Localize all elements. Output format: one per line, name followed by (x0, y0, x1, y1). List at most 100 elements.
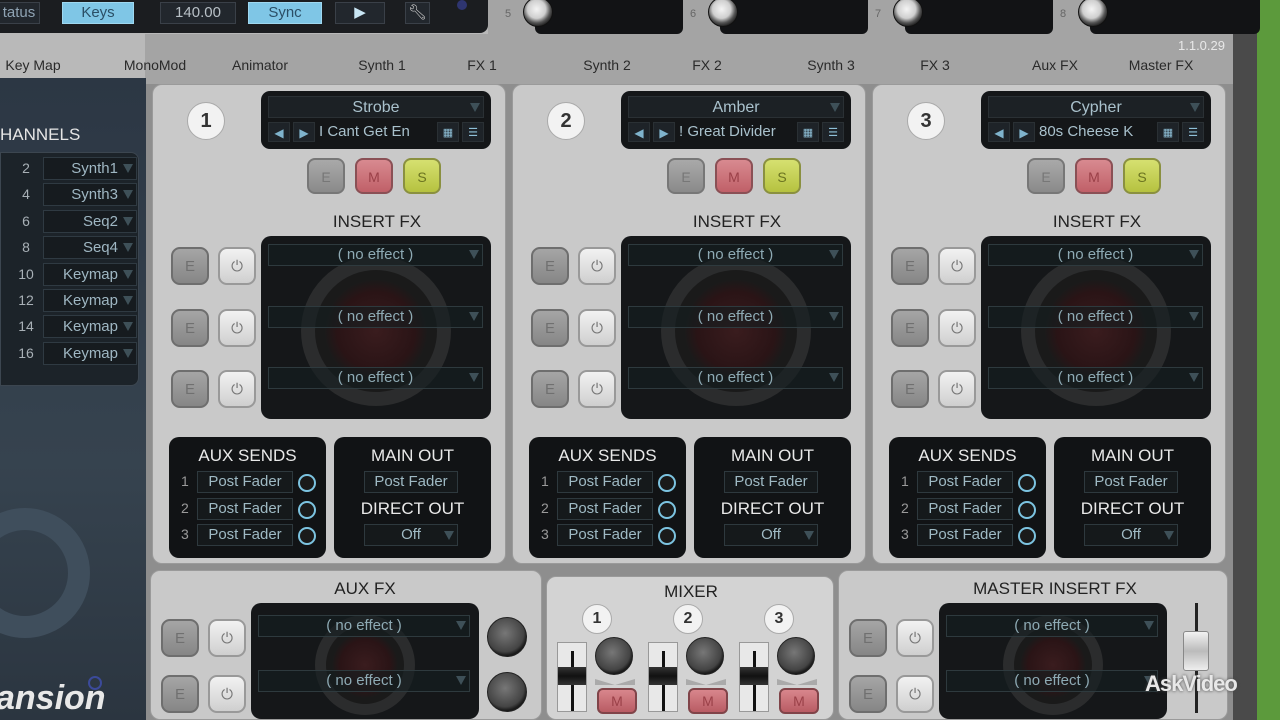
tab-aux-fx[interactable]: Aux FX (1032, 57, 1078, 73)
solo-button[interactable]: S (403, 158, 441, 194)
insert-fx-slot[interactable]: ( no effect ) (988, 305, 1203, 328)
settings-button[interactable]: 🔧︎ (405, 2, 430, 24)
tab-fx-3[interactable]: FX 3 (920, 57, 950, 73)
solo-button[interactable]: S (1123, 158, 1161, 194)
solo-button[interactable]: S (763, 158, 801, 194)
preset-menu-icon[interactable]: ☰ (1182, 122, 1204, 142)
tab-synth-3[interactable]: Synth 3 (807, 57, 854, 73)
insert-fx-slot[interactable]: ( no effect ) (258, 670, 470, 692)
edit-fx-button[interactable]: E (891, 370, 929, 408)
insert-fx-slot[interactable]: ( no effect ) (628, 305, 843, 328)
aux-send-mode-dropdown[interactable]: Post Fader (917, 471, 1013, 493)
mixer-mute-button[interactable]: M (688, 688, 728, 714)
fx-power-button[interactable]: ⏻ (938, 308, 976, 347)
channel-assign-dropdown[interactable]: Keymap (43, 289, 137, 312)
edit-fx-button[interactable]: E (171, 308, 209, 347)
insert-fx-slot[interactable]: ( no effect ) (268, 367, 483, 389)
edit-fx-button[interactable]: E (161, 619, 199, 657)
aux-send-mode-dropdown[interactable]: Post Fader (197, 524, 293, 546)
channel-assign-dropdown[interactable]: Keymap (43, 262, 137, 286)
edit-fx-button[interactable]: E (161, 675, 199, 713)
aux-send-knob[interactable] (658, 474, 676, 492)
tab-master-fx[interactable]: Master FX (1129, 57, 1194, 73)
pan-knob[interactable] (595, 637, 633, 675)
fx-power-button[interactable]: ⏻ (896, 675, 934, 713)
main-out-dropdown[interactable]: Post Fader (1084, 471, 1178, 493)
pan-knob[interactable] (777, 637, 815, 675)
tab-key-map[interactable]: Key Map (5, 57, 60, 73)
aux-send-mode-dropdown[interactable]: Post Fader (197, 497, 293, 520)
next-preset-button[interactable]: ▶ (1013, 122, 1035, 142)
mixer-fader[interactable] (557, 642, 587, 712)
edit-fx-button[interactable]: E (891, 308, 929, 347)
synth-selector[interactable]: Strobe (268, 96, 484, 118)
tab-synth-1[interactable]: Synth 1 (358, 57, 405, 73)
edit-button[interactable]: E (1027, 158, 1065, 194)
direct-out-dropdown[interactable]: Off (724, 524, 818, 546)
main-out-dropdown[interactable]: Post Fader (364, 471, 458, 493)
fx-power-button[interactable]: ⏻ (218, 308, 256, 347)
fader-handle[interactable] (649, 667, 677, 685)
mixer-fader[interactable] (739, 642, 769, 712)
aux-send-knob[interactable] (298, 527, 316, 545)
insert-fx-slot[interactable]: ( no effect ) (258, 615, 470, 637)
preset-menu-icon[interactable]: ☰ (822, 122, 844, 142)
fx-power-button[interactable]: ⏻ (208, 675, 246, 713)
insert-fx-slot[interactable]: ( no effect ) (988, 244, 1203, 266)
aux-send-knob[interactable] (658, 500, 676, 519)
fx-power-button[interactable]: ⏻ (938, 247, 976, 285)
synth-selector[interactable]: Cypher (988, 96, 1204, 118)
mixer-mute-button[interactable]: M (597, 688, 637, 714)
prev-preset-button[interactable]: ◀ (988, 122, 1010, 142)
edit-fx-button[interactable]: E (849, 675, 887, 713)
channel-assign-dropdown[interactable]: Synth1 (43, 157, 137, 180)
insert-fx-slot[interactable]: ( no effect ) (268, 244, 483, 266)
scroll-strip[interactable] (1233, 0, 1257, 720)
main-out-dropdown[interactable]: Post Fader (724, 471, 818, 493)
preset-name[interactable]: I Cant Get En (319, 122, 443, 142)
aux-send-knob[interactable] (1018, 527, 1036, 545)
channel-assign-dropdown[interactable]: Seq2 (43, 209, 137, 233)
insert-fx-slot[interactable]: ( no effect ) (946, 670, 1158, 692)
aux-send-mode-dropdown[interactable]: Post Fader (917, 524, 1013, 546)
aux-send-knob[interactable] (1018, 500, 1036, 519)
play-button[interactable]: ▶ (335, 2, 385, 24)
tempo-field[interactable]: 140.00 (160, 2, 236, 24)
edit-button[interactable]: E (667, 158, 705, 194)
insert-fx-slot[interactable]: ( no effect ) (268, 305, 483, 328)
tab-monomod[interactable]: MonoMod (124, 57, 186, 73)
insert-fx-slot[interactable]: ( no effect ) (628, 367, 843, 389)
fader-handle[interactable] (740, 667, 768, 685)
master-fader-handle[interactable] (1183, 631, 1209, 671)
fx-power-button[interactable]: ⏻ (218, 247, 256, 285)
preset-name[interactable]: 80s Cheese K (1039, 122, 1163, 142)
edit-fx-button[interactable]: E (171, 370, 209, 408)
fx-power-button[interactable]: ⏻ (578, 308, 616, 347)
preset-browser-icon[interactable]: ▦ (437, 122, 459, 142)
direct-out-dropdown[interactable]: Off (1084, 524, 1178, 546)
synth-selector[interactable]: Amber (628, 96, 844, 118)
preset-browser-icon[interactable]: ▦ (1157, 122, 1179, 142)
fx-power-button[interactable]: ⏻ (578, 370, 616, 408)
tab-animator[interactable]: Animator (232, 57, 288, 73)
pan-knob[interactable] (686, 637, 724, 675)
fx-power-button[interactable]: ⏻ (896, 619, 934, 657)
aux-send-knob[interactable] (658, 527, 676, 545)
fx-power-button[interactable]: ⏻ (208, 619, 246, 657)
aux-return-knob[interactable] (487, 672, 527, 712)
edit-fx-button[interactable]: E (531, 370, 569, 408)
next-preset-button[interactable]: ▶ (293, 122, 315, 142)
aux-send-mode-dropdown[interactable]: Post Fader (557, 471, 653, 493)
edit-fx-button[interactable]: E (891, 247, 929, 285)
mixer-fader[interactable] (648, 642, 678, 712)
mixer-mute-button[interactable]: M (779, 688, 819, 714)
fx-power-button[interactable]: ⏻ (218, 370, 256, 408)
mute-button[interactable]: M (355, 158, 393, 194)
aux-send-knob[interactable] (1018, 474, 1036, 492)
aux-send-mode-dropdown[interactable]: Post Fader (557, 497, 653, 520)
preset-menu-icon[interactable]: ☰ (462, 122, 484, 142)
fx-power-button[interactable]: ⏻ (938, 370, 976, 408)
aux-send-mode-dropdown[interactable]: Post Fader (917, 497, 1013, 520)
preset-browser-icon[interactable]: ▦ (797, 122, 819, 142)
aux-send-mode-dropdown[interactable]: Post Fader (197, 471, 293, 493)
